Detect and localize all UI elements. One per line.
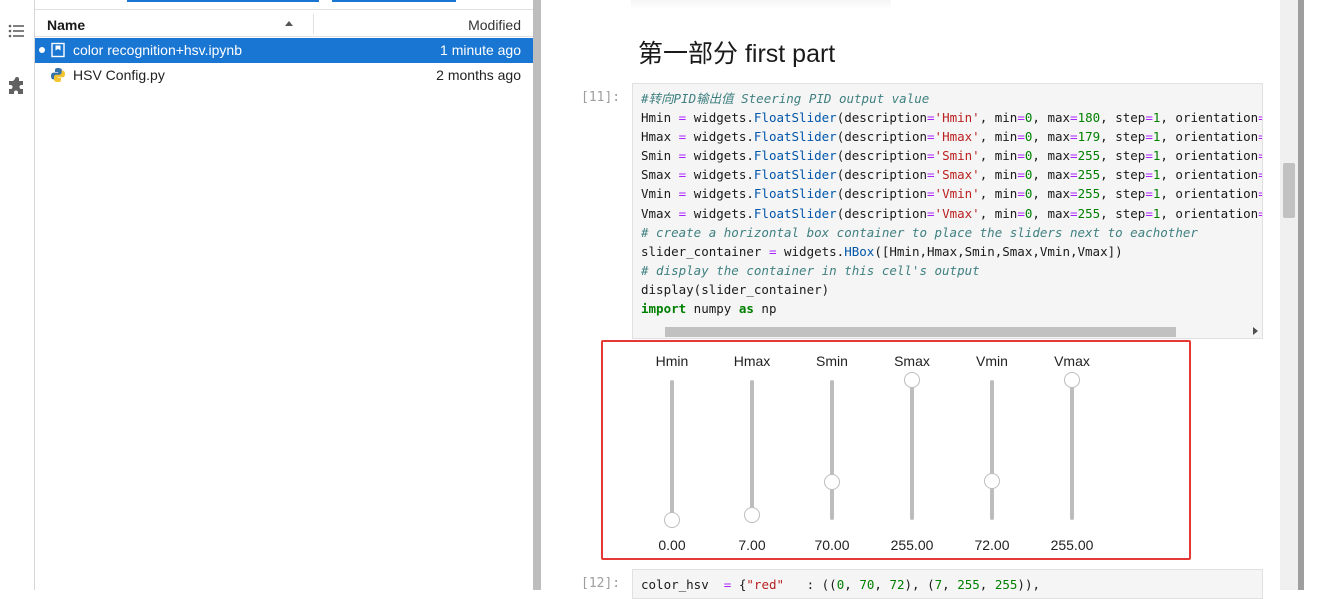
code-cell-input[interactable]: #转向PID输出值 Steering PID output value Hmin… [632, 83, 1263, 339]
slider-track[interactable] [750, 380, 754, 520]
slider-label: Hmax [733, 353, 771, 369]
file-modified: 1 minute ago [440, 42, 521, 58]
slider-handle[interactable] [904, 372, 920, 388]
scrollbar-thumb[interactable] [1283, 163, 1295, 218]
slider-label: Smin [816, 353, 848, 369]
panel-splitter[interactable] [533, 0, 541, 590]
slider-vmax[interactable]: Vmax 255.00 [1042, 352, 1102, 553]
slider-label: Hmin [655, 353, 689, 369]
slider-handle[interactable] [824, 473, 840, 490]
markdown-heading: 第一部分 first part [638, 40, 836, 68]
code-editor[interactable]: color_hsv = {"red" : ((0, 70, 72), (7, 2… [641, 575, 1040, 594]
slider-handle[interactable] [664, 512, 680, 528]
slider-smax[interactable]: Smax 255.00 [882, 352, 942, 553]
slider-label: Smax [894, 353, 930, 369]
column-divider[interactable] [313, 14, 314, 34]
slider-value[interactable]: 0.00 [632, 537, 712, 553]
name-column-header[interactable]: Name [47, 17, 85, 33]
slider-track[interactable] [670, 380, 674, 520]
slider-handle[interactable] [984, 472, 1000, 489]
slider-handle[interactable] [744, 506, 760, 523]
slider-hmax[interactable]: Hmax 7.00 [722, 352, 782, 553]
puzzle-icon[interactable] [7, 77, 27, 97]
code-editor[interactable]: #转向PID输出值 Steering PID output value Hmin… [641, 89, 1262, 318]
slider-vmin[interactable]: Vmin 72.00 [962, 352, 1022, 553]
activity-bar [0, 0, 35, 590]
slider-value[interactable]: 72.00 [952, 537, 1032, 553]
code-cell-input[interactable]: color_hsv = {"red" : ((0, 70, 72), (7, 2… [632, 569, 1263, 599]
horizontal-scrollbar[interactable] [633, 323, 1262, 338]
slider-track[interactable] [910, 380, 914, 520]
cell-prompt: [11]: [581, 90, 621, 105]
modified-column-header[interactable]: Modified [468, 17, 521, 33]
file-modified: 2 months ago [436, 67, 521, 83]
notebook-icon [51, 42, 65, 58]
right-sidebar [1304, 0, 1338, 590]
sort-ascending-icon[interactable] [285, 21, 293, 26]
file-row-python[interactable]: HSV Config.py 2 months ago [35, 63, 534, 88]
slider-handle[interactable] [1064, 372, 1080, 388]
scroll-right-icon[interactable] [1253, 327, 1258, 335]
file-browser-toolbar [35, 0, 534, 10]
slider-value[interactable]: 255.00 [1032, 537, 1112, 553]
slider-value[interactable]: 7.00 [712, 537, 792, 553]
slider-track[interactable] [1070, 380, 1074, 520]
file-list-header: Name Modified [35, 10, 534, 37]
python-icon [51, 68, 65, 82]
slider-track[interactable] [830, 380, 834, 520]
scrollbar-thumb[interactable] [665, 327, 1176, 337]
file-name: color recognition+hsv.ipynb [73, 42, 243, 58]
file-name: HSV Config.py [73, 67, 165, 83]
cell-prompt: [12]: [581, 576, 621, 591]
slider-label: Vmin [976, 353, 1008, 369]
slider-smin[interactable]: Smin 70.00 [802, 352, 862, 553]
slider-track[interactable] [990, 380, 994, 520]
list-icon[interactable] [7, 21, 27, 41]
file-browser: Name Modified color recognition+hsv.ipyn… [35, 0, 534, 590]
running-indicator-icon [39, 47, 45, 53]
file-row-notebook[interactable]: color recognition+hsv.ipynb 1 minute ago [35, 38, 534, 63]
slider-hmin[interactable]: Hmin 0.00 [642, 352, 702, 553]
vertical-scrollbar[interactable] [1280, 0, 1298, 590]
slider-label: Vmax [1054, 353, 1090, 369]
slider-value[interactable]: 255.00 [872, 537, 952, 553]
slider-value[interactable]: 70.00 [792, 537, 872, 553]
